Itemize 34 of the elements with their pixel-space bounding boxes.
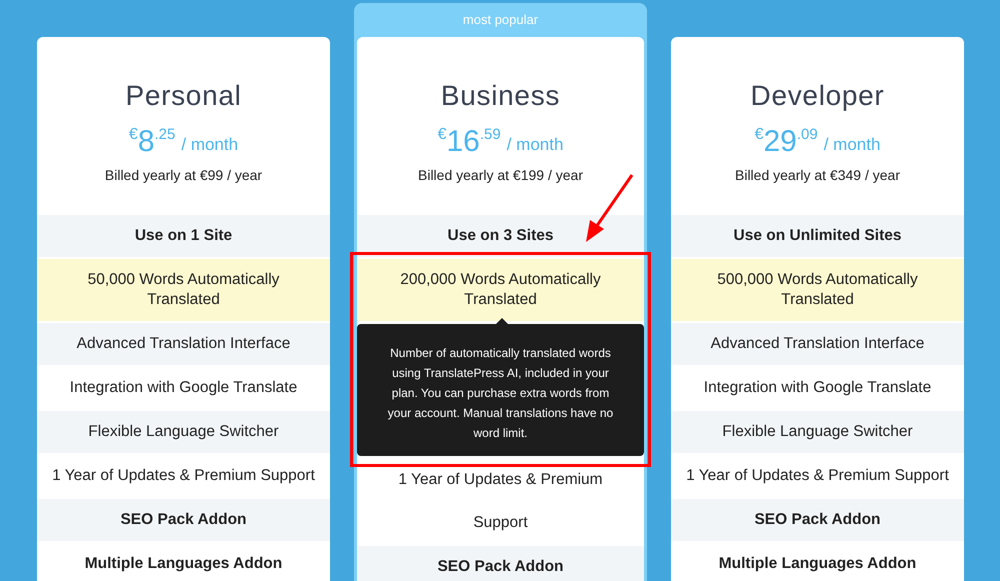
- feature-row: 200,000 Words Automatically Translated: [357, 259, 644, 321]
- price-period: / month: [506, 135, 564, 155]
- feature-row: Flexible Language Switcher: [37, 411, 330, 453]
- billing-note: Billed yearly at €199 / year: [417, 166, 584, 185]
- popular-label: most popular: [462, 11, 540, 30]
- feature-row: Flexible Language Switcher: [671, 411, 964, 453]
- feature-row: Advanced Translation Interface: [37, 323, 330, 365]
- price-cents: .59: [480, 125, 501, 145]
- billing-note: Billed yearly at €99 / year: [104, 166, 264, 185]
- price-amount: 16: [446, 125, 480, 159]
- price-amount: 29: [763, 125, 797, 159]
- feature-row: Use on 1 Site: [37, 215, 330, 257]
- feature-row: SEO Pack Addon: [671, 499, 964, 541]
- price-currency: €: [438, 125, 446, 145]
- feature-row: SEO Pack Addon: [37, 499, 330, 541]
- plan-name: Business: [440, 79, 562, 113]
- feature-row: 50,000 Words Automatically Translated: [37, 259, 330, 321]
- price-amount: 8: [138, 125, 155, 159]
- tooltip: Number of automatically translated words using TranslatePress AI, included in your plan. You can purchase extra words from your account. Manual translations have no word limit.: [357, 324, 644, 456]
- price-currency: €: [754, 125, 764, 145]
- feature-row: Use on 3 Sites: [357, 215, 644, 257]
- annotation-arrow: [586, 174, 634, 242]
- billing-note: Billed yearly at €349 / year: [734, 166, 901, 185]
- price-currency: €: [128, 125, 138, 145]
- price-cents: .25: [154, 125, 176, 145]
- plan-name: Developer: [750, 79, 886, 113]
- feature-row: Use on Unlimited Sites: [671, 215, 964, 257]
- feature-row: 500,000 Words Automatically Translated: [671, 259, 964, 321]
- price-period: / month: [824, 135, 880, 155]
- price-period: / month: [181, 135, 238, 155]
- feature-row: Advanced Translation Interface: [671, 323, 964, 365]
- plan-name: Personal: [124, 79, 243, 113]
- price-cents: .09: [796, 125, 818, 145]
- feature-row: SEO Pack Addon: [357, 546, 644, 581]
